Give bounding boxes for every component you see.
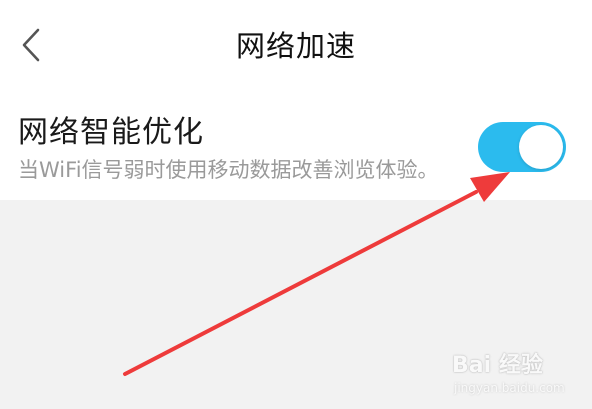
- page-title: 网络加速: [235, 29, 356, 63]
- nav-header: 网络加速: [0, 0, 592, 92]
- setting-row-network-optimization: 网络智能优化 当WiFi信号弱时使用移动数据改善浏览体验。: [0, 100, 592, 200]
- watermark-url: jingyan.baidu.com: [454, 381, 565, 395]
- watermark-brand: Bai 经验: [452, 353, 543, 378]
- toggle-knob: [519, 125, 563, 169]
- setting-title: 网络智能优化: [18, 115, 204, 150]
- watermark: Bai 经验 jingyan.baidu.com: [452, 352, 584, 402]
- setting-description: 当WiFi信号弱时使用移动数据改善浏览体验。: [18, 158, 439, 182]
- network-optimization-toggle[interactable]: [478, 122, 566, 172]
